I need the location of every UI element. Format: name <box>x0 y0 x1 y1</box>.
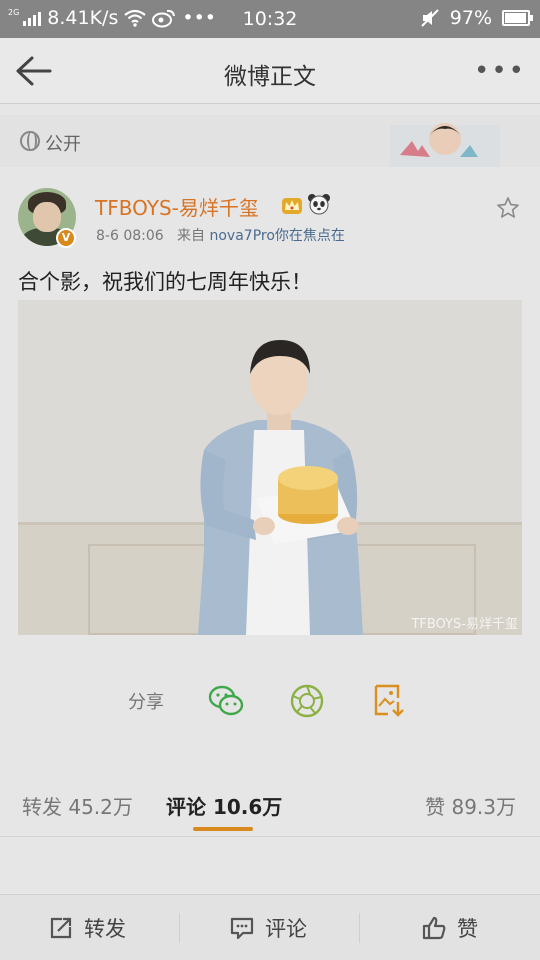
post-photo[interactable]: TFBOYS-易烊千玺 <box>18 300 522 635</box>
active-tab-indicator <box>193 827 253 831</box>
more-options-button[interactable]: ••• <box>474 56 526 86</box>
battery-level <box>505 13 527 23</box>
comment-icon <box>230 917 254 940</box>
moments-icon[interactable] <box>288 682 326 720</box>
repost-button[interactable]: 转发 <box>48 895 126 960</box>
post-text: 合个影，祝我们的七周年快乐！ <box>18 270 312 294</box>
photo-person <box>198 340 363 635</box>
nav-bar: 微博正文 ••• <box>0 38 540 104</box>
like-button[interactable]: 赞 <box>421 895 478 960</box>
verified-badge-icon: V <box>56 228 76 248</box>
visibility-bar: 公开 <box>0 115 540 167</box>
repost-icon <box>50 917 72 939</box>
thumbs-up-icon <box>422 916 446 940</box>
like-label: 赞 <box>457 917 478 941</box>
status-bar: 2G 8.41K/s ••• 10:32 97% <box>0 0 540 38</box>
post-source[interactable]: nova7Pro你在焦点在 <box>209 228 344 244</box>
globe-icon <box>20 131 40 151</box>
battery-percent: 97% <box>449 7 492 29</box>
page-title: 微博正文 <box>224 64 316 90</box>
tab-like[interactable]: 赞 89.3万 <box>425 791 516 820</box>
status-right: 97% <box>420 7 533 29</box>
share-row: 分享 <box>0 676 540 726</box>
visibility-label: 公开 <box>45 134 81 155</box>
photo-watermark: TFBOYS-易烊千玺 <box>411 617 518 632</box>
post-source-prefix: 来自 <box>177 228 206 244</box>
username[interactable]: TFBOYS-易烊千玺 <box>95 192 259 221</box>
post-card: V TFBOYS-易烊千玺 8-6 08:06 来自 nova7Pro你在焦点在… <box>0 168 540 756</box>
comment-label: 评论 <box>265 917 307 941</box>
post-date: 8-6 08:06 <box>96 228 164 244</box>
decorative-banner <box>390 123 500 167</box>
battery-icon <box>502 10 533 26</box>
bottom-action-bar: 转发 评论 赞 <box>0 894 540 960</box>
bottom-divider-2 <box>359 913 360 943</box>
comment-button[interactable]: 评论 <box>229 895 307 960</box>
mute-icon <box>421 9 439 27</box>
bottom-divider-1 <box>179 913 180 943</box>
favorite-star-icon[interactable] <box>496 196 520 220</box>
save-image-icon[interactable] <box>370 682 408 720</box>
post-meta: 8-6 08:06 来自 nova7Pro你在焦点在 <box>96 225 345 245</box>
wechat-icon[interactable] <box>207 682 245 720</box>
tab-repost[interactable]: 转发 45.2万 <box>22 791 133 820</box>
repost-label: 转发 <box>84 917 126 941</box>
crown-icon <box>282 198 302 214</box>
panda-icon <box>308 194 330 215</box>
stats-tabs: 转发 45.2万 评论 10.6万 赞 89.3万 <box>0 771 540 837</box>
share-label: 分享 <box>128 692 164 713</box>
tab-comment[interactable]: 评论 10.6万 <box>166 791 282 820</box>
avatar-face <box>33 202 61 232</box>
